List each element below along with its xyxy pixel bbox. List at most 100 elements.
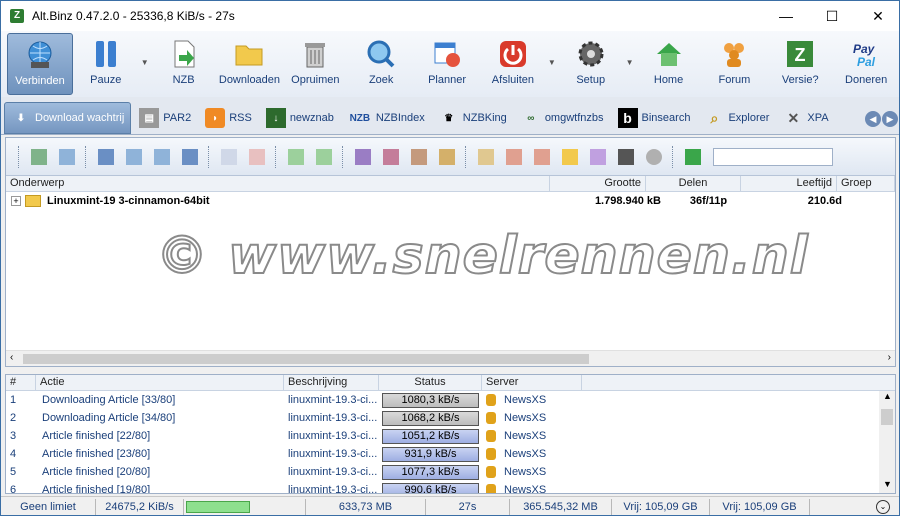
horizontal-scrollbar[interactable]: ‹ › (6, 350, 895, 366)
queue-size: 1.798.940 kB (594, 195, 661, 207)
expand-toggle-icon[interactable]: + (11, 196, 21, 206)
search-button[interactable]: Zoek (348, 33, 414, 95)
box-settings-icon[interactable] (411, 148, 427, 165)
status-limit[interactable]: Geen limiet (1, 498, 96, 515)
move-bottom-icon[interactable] (182, 148, 198, 165)
timer-icon[interactable] (646, 148, 662, 165)
box-folder-icon[interactable] (439, 148, 455, 165)
watermark: © www.snelrennen.nl (155, 225, 809, 287)
import-icon[interactable] (534, 148, 550, 165)
chevron-down-icon[interactable]: ⌄ (876, 499, 890, 514)
log-row[interactable]: 3 Article finished [22/80] linuxmint-19.3-… (6, 427, 895, 445)
setup-button[interactable]: Setup (558, 33, 624, 95)
tab-xpa[interactable]: ✕ XPA (777, 102, 834, 134)
add-icon[interactable] (685, 148, 701, 165)
media-icon[interactable] (590, 148, 606, 165)
pause-small-icon[interactable] (59, 148, 75, 165)
log-row[interactable]: 1 Downloading Article [33/80] linuxmint-19… (6, 391, 895, 409)
shutdown-dropdown-arrow[interactable]: ▼ (546, 31, 558, 93)
move-top-icon[interactable] (98, 148, 114, 165)
tab-newznab[interactable]: ↓ newznab (260, 102, 340, 134)
log-desc: linuxmint-19.3-ci... (288, 448, 378, 460)
log-col-desc[interactable]: Beschrijving (284, 375, 379, 390)
tab-explorer[interactable]: ⌕ Explorer (698, 102, 775, 134)
tab-download-queue[interactable]: ⬇ Download wachtrij (4, 102, 132, 134)
tab-nzbking[interactable]: ♛ NZBKing (433, 102, 513, 134)
scroll-right-icon[interactable]: › (888, 352, 891, 363)
close-button[interactable]: ✕ (855, 1, 899, 31)
status-total: 365.545,32 MB (510, 498, 612, 515)
box-icon[interactable] (355, 148, 371, 165)
queue-toolbar (6, 138, 895, 176)
col-age[interactable]: Leeftijd (741, 176, 837, 191)
console-icon[interactable] (618, 148, 634, 165)
vscroll-thumb[interactable] (881, 409, 893, 425)
scroll-thumb[interactable] (23, 354, 589, 364)
forum-button[interactable]: Forum (701, 33, 767, 95)
start-icon[interactable] (31, 148, 47, 165)
app-icon: Z (10, 9, 24, 23)
pause-dropdown-arrow[interactable]: ▼ (139, 31, 151, 93)
col-parts[interactable]: Delen (646, 176, 741, 191)
collapse-icon[interactable] (316, 148, 332, 165)
log-col-num[interactable]: # (6, 375, 36, 390)
queue-search-input[interactable] (713, 147, 833, 166)
log-num: 1 (10, 394, 17, 406)
nzb-button[interactable]: NZB (151, 33, 217, 95)
log-col-server[interactable]: Server (482, 375, 582, 390)
queue-age: 210.6d (807, 195, 842, 207)
scroll-down-icon[interactable]: ▼ (883, 479, 892, 489)
tab-par2[interactable]: ▤ PAR2 (133, 102, 197, 134)
col-group[interactable]: Groep (837, 176, 895, 191)
status-progress (184, 498, 306, 515)
log-col-action[interactable]: Actie (36, 375, 284, 390)
scroll-up-icon[interactable]: ▲ (883, 391, 892, 401)
version-icon: Z (784, 38, 816, 70)
app-window: Z Alt.Binz 0.47.2.0 - 25336,8 KiB/s - 27… (0, 0, 900, 516)
log-action: Article finished [19/80] (42, 484, 151, 494)
log-row[interactable]: 6 Article finished [19/80] linuxmint-19.3-… (6, 481, 895, 494)
queue-header: Onderwerp Grootte Delen Leeftijd Groep (6, 176, 895, 192)
cleanup-button[interactable]: Opruimen (282, 33, 348, 95)
pause-button[interactable]: Pauze (73, 33, 139, 95)
log-num: 4 (10, 448, 17, 460)
shutdown-button[interactable]: Afsluiten (480, 33, 546, 95)
tab-omgwtfnzbs[interactable]: ∞ omgwtfnzbs (515, 102, 610, 134)
queue-row[interactable]: + Linuxmint-19 3-cinnamon-64bit 1.798.94… (6, 192, 895, 210)
connect-button[interactable]: Verbinden (6, 33, 73, 95)
log-col-status[interactable]: Status (379, 375, 482, 390)
remove-file-icon[interactable] (249, 148, 265, 165)
setup-dropdown-arrow[interactable]: ▼ (624, 31, 636, 93)
col-subject[interactable]: Onderwerp (6, 176, 550, 191)
tab-binsearch[interactable]: b Binsearch (612, 102, 697, 134)
tab-scroll-right-button[interactable]: ▶ (882, 111, 898, 127)
planner-button[interactable]: Planner (414, 33, 480, 95)
download-button[interactable]: Downloaden (217, 33, 283, 95)
maximize-button[interactable]: ☐ (809, 1, 855, 31)
box-remove-icon[interactable] (383, 148, 399, 165)
log-desc: linuxmint-19.3-ci... (288, 484, 378, 494)
vertical-scrollbar[interactable]: ▲ ▼ (879, 391, 895, 493)
lock-icon (486, 484, 496, 493)
col-size[interactable]: Grootte (550, 176, 646, 191)
edit-icon[interactable] (478, 148, 494, 165)
move-up-icon[interactable] (126, 148, 142, 165)
minimize-button[interactable]: — (763, 1, 809, 31)
log-row[interactable]: 5 Article finished [20/80] linuxmint-19.3-… (6, 463, 895, 481)
log-num: 5 (10, 466, 17, 478)
home-button[interactable]: Home (636, 33, 702, 95)
version-button[interactable]: Z Versie? (767, 33, 833, 95)
add-file-icon[interactable] (221, 148, 237, 165)
tab-scroll-left-button[interactable]: ◀ (865, 111, 881, 127)
open-folder-icon[interactable] (562, 148, 578, 165)
tab-rss[interactable]: ◗ RSS (199, 102, 258, 134)
tab-nzbindex[interactable]: NZB NZBIndex (342, 102, 431, 134)
expand-icon[interactable] (288, 148, 304, 165)
move-down-icon[interactable] (154, 148, 170, 165)
scroll-left-icon[interactable]: ‹ (10, 352, 13, 363)
export-icon[interactable] (506, 148, 522, 165)
log-row[interactable]: 2 Downloading Article [34/80] linuxmint-19… (6, 409, 895, 427)
donate-button[interactable]: Pay Pal Doneren (833, 33, 899, 95)
log-row[interactable]: 4 Article finished [23/80] linuxmint-19.3-… (6, 445, 895, 463)
nzbindex-icon: NZB (349, 112, 371, 124)
